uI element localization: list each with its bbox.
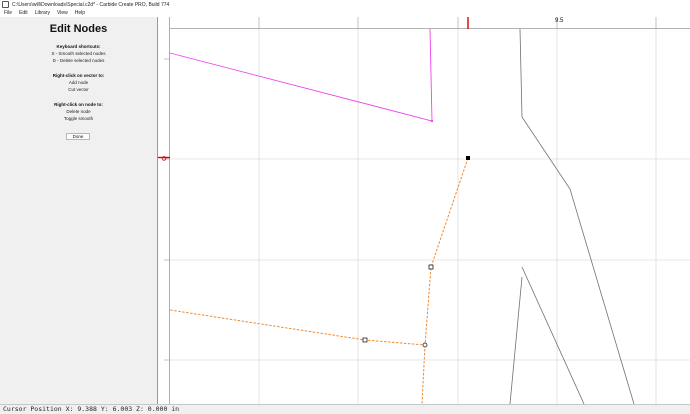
top-ruler <box>158 17 690 29</box>
corner-node[interactable] <box>362 337 368 343</box>
node-actions-heading: Right-click on node to: <box>54 102 103 107</box>
menu-help[interactable]: Help <box>75 10 85 16</box>
top-ruler-label: 9.5 <box>555 18 564 24</box>
action-delete-node: Delete node <box>66 109 91 114</box>
action-cut-vector: Cut vector <box>68 87 89 92</box>
node-actions-section: Right-click on node to: Delete node Togg… <box>0 101 157 122</box>
action-add-node: Add node <box>68 80 89 85</box>
menu-bar: File Edit Library View Help <box>0 9 690 17</box>
menu-edit[interactable]: Edit <box>19 10 28 16</box>
menu-view[interactable]: View <box>57 10 68 16</box>
menu-file[interactable]: File <box>4 10 12 16</box>
selected-node[interactable] <box>466 156 470 160</box>
magenta-vector-node[interactable] <box>430 119 434 123</box>
menu-library[interactable]: Library <box>35 10 50 16</box>
smooth-node[interactable] <box>422 342 428 348</box>
title-bar: C:\Users\will\Downloads\Special.c2d* - C… <box>0 0 690 9</box>
done-button[interactable]: Done <box>66 133 90 140</box>
design-canvas[interactable]: 9.5 <box>158 17 690 404</box>
canvas-drawing[interactable] <box>158 17 690 404</box>
corner-node[interactable] <box>428 264 434 270</box>
panel-heading: Edit Nodes <box>49 23 108 35</box>
status-bar: Cursor Position X: 9.388 Y: 6.003 Z: 0.0… <box>0 404 690 414</box>
shortcuts-heading: Keyboard shortcuts: <box>56 44 101 49</box>
action-toggle-smooth: Toggle smooth <box>63 116 94 121</box>
window-title: C:\Users\will\Downloads\Special.c2d* - C… <box>12 1 170 8</box>
left-ruler <box>158 17 170 404</box>
shortcut-delete: D - Delete selected nodes <box>52 58 105 63</box>
vector-actions-section: Right-click on vector to: Add node Cut v… <box>0 72 157 93</box>
app-icon <box>2 1 9 8</box>
edit-nodes-panel: Edit Nodes Keyboard shortcuts: S - Smoot… <box>0 17 158 404</box>
shortcut-smooth: S - Smooth selected nodes <box>51 51 106 56</box>
keyboard-shortcuts-section: Keyboard shortcuts: S - Smooth selected … <box>0 43 157 64</box>
cursor-position-readout: Cursor Position X: 9.388 Y: 6.003 Z: 0.0… <box>3 405 180 413</box>
vector-actions-heading: Right-click on vector to: <box>52 73 105 78</box>
